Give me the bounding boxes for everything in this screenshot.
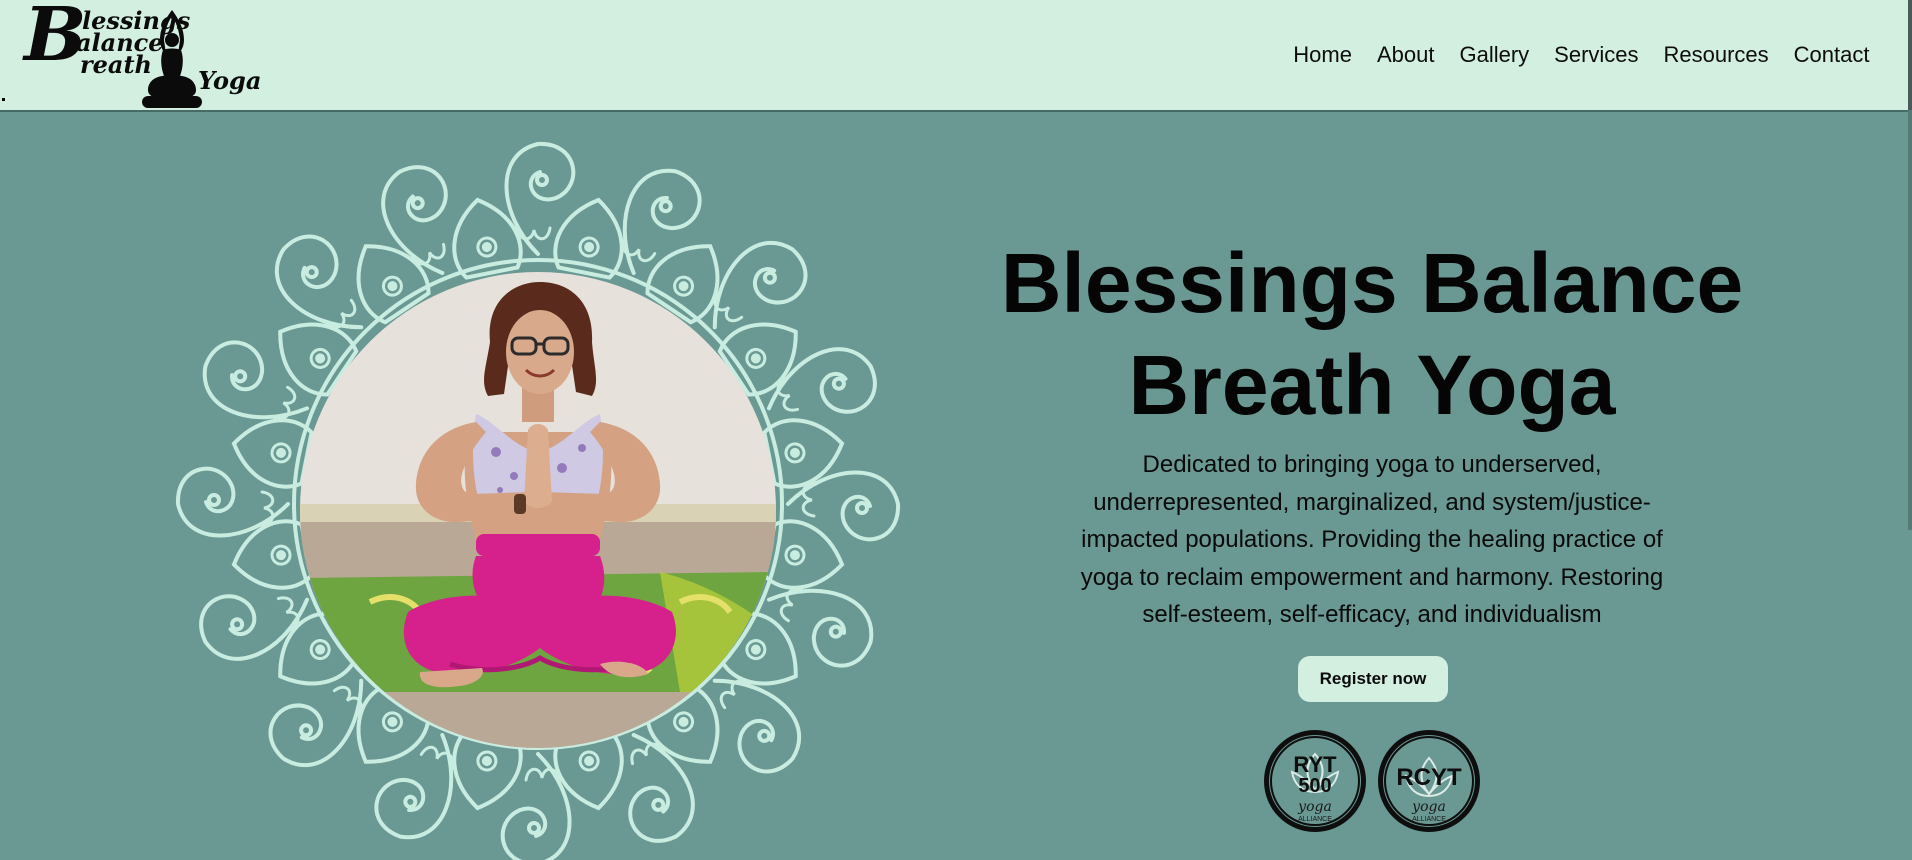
rcyt-badge-yoga: yoga — [1411, 799, 1446, 815]
rcyt-badge-line1: RCYT — [1396, 764, 1462, 791]
ryt-badge-yoga: yoga — [1297, 799, 1332, 815]
ryt-500-badge: RYT 500 yoga ALLIANCE — [1264, 730, 1366, 832]
nav-gallery[interactable]: Gallery — [1447, 40, 1542, 70]
site-header: B lessings alance reath Yoga Home About — [0, 0, 1912, 112]
nav-services[interactable]: Services — [1542, 40, 1651, 70]
instructor-photo — [300, 272, 776, 748]
nav-contact[interactable]: Contact — [1781, 40, 1882, 70]
nav-home[interactable]: Home — [1281, 40, 1365, 70]
page: B lessings alance reath Yoga Home About — [0, 0, 1912, 860]
ryt-badge-line1: RYT — [1293, 752, 1337, 777]
rcyt-badge: RCYT yoga ALLIANCE — [1378, 730, 1480, 832]
hero-description: Dedicated to bringing yoga to underserve… — [1080, 451, 1664, 628]
stray-dot — [2, 98, 5, 101]
rcyt-badge-alliance: ALLIANCE — [1412, 816, 1446, 823]
ryt-badge-alliance: ALLIANCE — [1298, 816, 1332, 823]
ryt-badge-line2: 500 — [1298, 775, 1331, 797]
nav-resources[interactable]: Resources — [1651, 40, 1781, 70]
main-nav: Home About Gallery Services Resources Co… — [1281, 40, 1882, 70]
register-now-button[interactable]: Register now — [1298, 656, 1448, 702]
meditation-figure-icon — [142, 10, 202, 108]
hero-title: Blessings Balance Breath Yoga — [1000, 236, 1744, 432]
nav-about[interactable]: About — [1364, 40, 1447, 70]
scrollbar[interactable] — [1908, 110, 1912, 530]
site-logo[interactable]: B lessings alance reath Yoga — [20, 0, 261, 108]
